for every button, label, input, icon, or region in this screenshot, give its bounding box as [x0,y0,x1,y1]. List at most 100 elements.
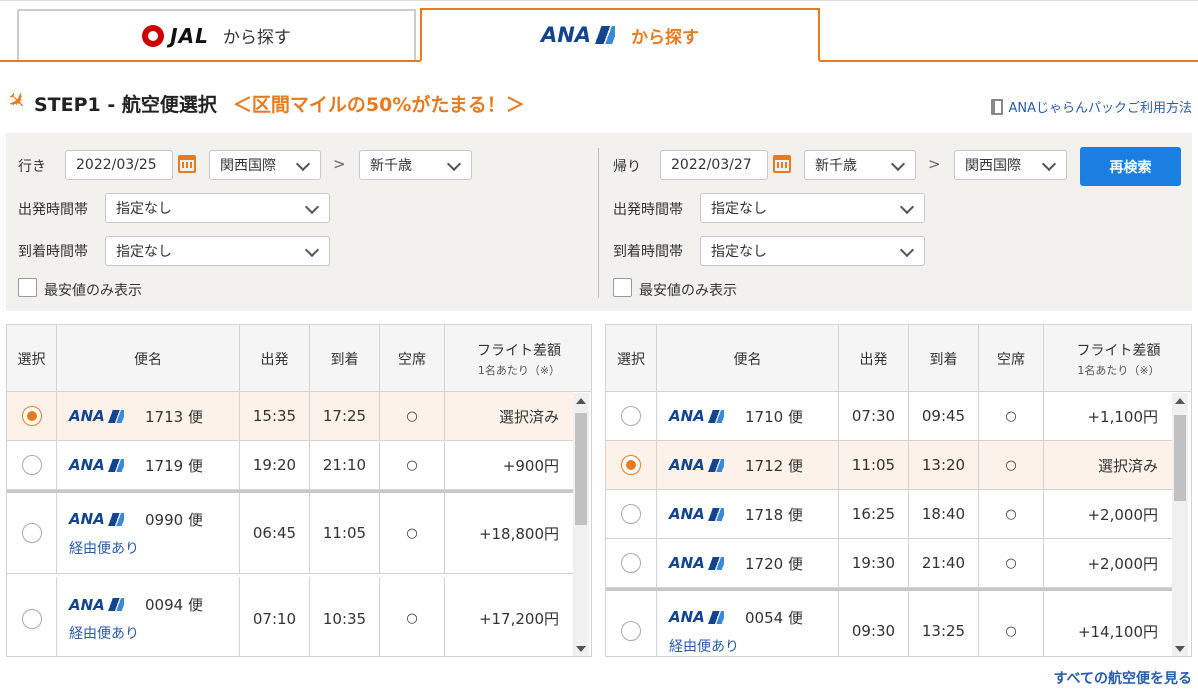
radio-cell[interactable] [606,441,657,489]
airplane-icon: ✈ [0,86,32,117]
return-arrive-time-select[interactable]: 指定なし [700,236,925,266]
return-to-select[interactable]: 関西国際 [954,150,1067,180]
select-radio[interactable] [21,523,42,543]
header-arrive: 到着 [310,325,380,392]
table-row[interactable]: ANA 1719 便 19:20 21:10 ○ +900円 [7,441,573,490]
header-select: 選択 [7,325,57,392]
pack-guide-link[interactable]: ANAじゃらんパックご利用方法 [991,97,1192,116]
table-row[interactable]: ANA 0054 便経由便あり 09:30 13:25 ○ +14,100円 [606,588,1172,656]
table-row[interactable]: ANA 1713 便 15:35 17:25 ○ 選択済み [7,392,573,441]
seat-status: ○ [979,539,1044,587]
ana-stripe-icon [705,507,724,521]
flight-number: 1720 便 [745,554,803,573]
radio-cell[interactable] [606,591,657,656]
tab-ana[interactable]: ANA から探す [420,8,820,62]
table-header: 選択 便名 出発 到着 空席 フライト差額 1名あたり（※） [7,325,591,392]
depart-time: 15:35 [240,392,310,440]
outbound-arrive-time-label: 到着時間帯 [18,244,88,260]
book-icon [991,98,1004,115]
tab-jal[interactable]: JAL から探す [17,9,416,60]
scroll-thumb[interactable] [575,413,587,525]
outbound-arrive-time-select[interactable]: 指定なし [105,236,330,266]
depart-time: 19:30 [839,539,909,587]
scroll-up-icon[interactable] [576,398,586,404]
outbound-date-input[interactable]: 2022/03/25 [65,150,173,180]
table-row[interactable]: ANA 1720 便 19:30 21:40 ○ +2,000円 [606,539,1172,588]
via-link[interactable]: 経由便あり [669,636,803,656]
return-date-input[interactable]: 2022/03/27 [660,150,768,180]
outbound-from-select[interactable]: 関西国際 [209,150,321,180]
radio-cell[interactable] [606,539,657,587]
header-diff: フライト差額 1名あたり（※） [477,342,561,377]
header-flight: 便名 [657,325,839,392]
ana-logo: ANA [69,596,133,614]
flight-info: ANA 1710 便 [669,392,803,440]
return-cheapest-checkbox[interactable] [613,278,632,297]
scroll-down-icon[interactable] [1175,646,1185,652]
arrive-time: 13:20 [909,441,979,489]
select-radio[interactable] [621,621,641,641]
outbound-scrollbar[interactable] [573,393,589,656]
all-flights-link[interactable]: すべての航空便を見る [1054,668,1192,688]
price-diff: 選択済み [1097,456,1158,475]
calendar-icon[interactable] [178,155,196,173]
table-row[interactable]: ANA 0990 便経由便あり 06:45 11:05 ○ +18,800円 [7,490,573,574]
radio-cell[interactable] [7,392,57,440]
flight-number: 1712 便 [745,456,803,475]
flight-info: ANA 1713 便 [69,392,203,440]
scroll-up-icon[interactable] [1175,398,1185,404]
chevron-down-icon [304,242,320,258]
flight-number: 0990 便 [145,510,203,529]
arrive-time: 21:10 [310,441,380,489]
outbound-depart-time-select[interactable]: 指定なし [105,193,330,223]
flight-info: ANA 0094 便経由便あり [69,577,203,656]
arrive-time: 09:45 [909,392,979,440]
return-scrollbar[interactable] [1172,393,1188,656]
radio-cell[interactable] [606,490,657,538]
ana-logo: ANA [669,554,733,572]
ana-stripe-icon [705,556,724,570]
select-radio[interactable] [621,406,641,426]
flight-cell: ANA 1718 便 [657,490,839,538]
radio-cell[interactable] [7,577,57,656]
chevron-down-icon [304,199,320,215]
scroll-down-icon[interactable] [576,646,586,652]
via-link[interactable]: 経由便あり [69,538,203,558]
price-diff: +900円 [502,456,559,475]
tab-jal-label: から探す [222,28,291,48]
airline-tabs: JAL から探す ANA から探す [0,8,1198,62]
return-depart-time-select[interactable]: 指定なし [700,193,925,223]
research-button[interactable]: 再検索 [1080,147,1181,186]
header-depart: 出発 [839,325,909,392]
outbound-cheapest-checkbox[interactable] [18,278,37,297]
flight-cell: ANA 1720 便 [657,539,839,587]
radio-cell[interactable] [7,493,57,573]
radio-cell[interactable] [606,392,657,440]
ana-logo: ANA [69,456,133,474]
return-from-select[interactable]: 新千歳 [804,150,916,180]
return-label: 帰り [613,159,641,175]
select-radio[interactable] [621,553,641,573]
outbound-depart-time-label: 出発時間帯 [18,202,88,218]
select-radio[interactable] [621,504,641,524]
select-radio[interactable] [21,455,42,475]
flight-cell: ANA 0054 便経由便あり [657,591,839,656]
table-row[interactable]: ANA 1718 便 16:25 18:40 ○ +2,000円 [606,490,1172,539]
select-radio[interactable] [621,455,641,475]
select-radio[interactable] [21,608,42,629]
calendar-icon[interactable] [773,155,791,173]
ana-logo: ANA [541,23,616,47]
via-link[interactable]: 経由便あり [69,623,203,643]
select-radio[interactable] [21,406,42,426]
chevron-down-icon [899,242,915,258]
radio-cell[interactable] [7,441,57,489]
scroll-thumb[interactable] [1174,415,1186,501]
ana-stripe-icon [105,598,124,611]
table-row[interactable]: ANA 1710 便 07:30 09:45 ○ +1,100円 [606,392,1172,441]
return-arrive-time-label: 到着時間帯 [613,244,683,260]
table-row[interactable]: ANA 0094 便経由便あり 07:10 10:35 ○ +17,200円 [7,577,573,656]
table-row[interactable]: ANA 1712 便 11:05 13:20 ○ 選択済み [606,441,1172,490]
outbound-to-select[interactable]: 新千歳 [359,150,472,180]
ana-stripe-icon [105,512,124,526]
flight-number: 0094 便 [145,596,203,614]
